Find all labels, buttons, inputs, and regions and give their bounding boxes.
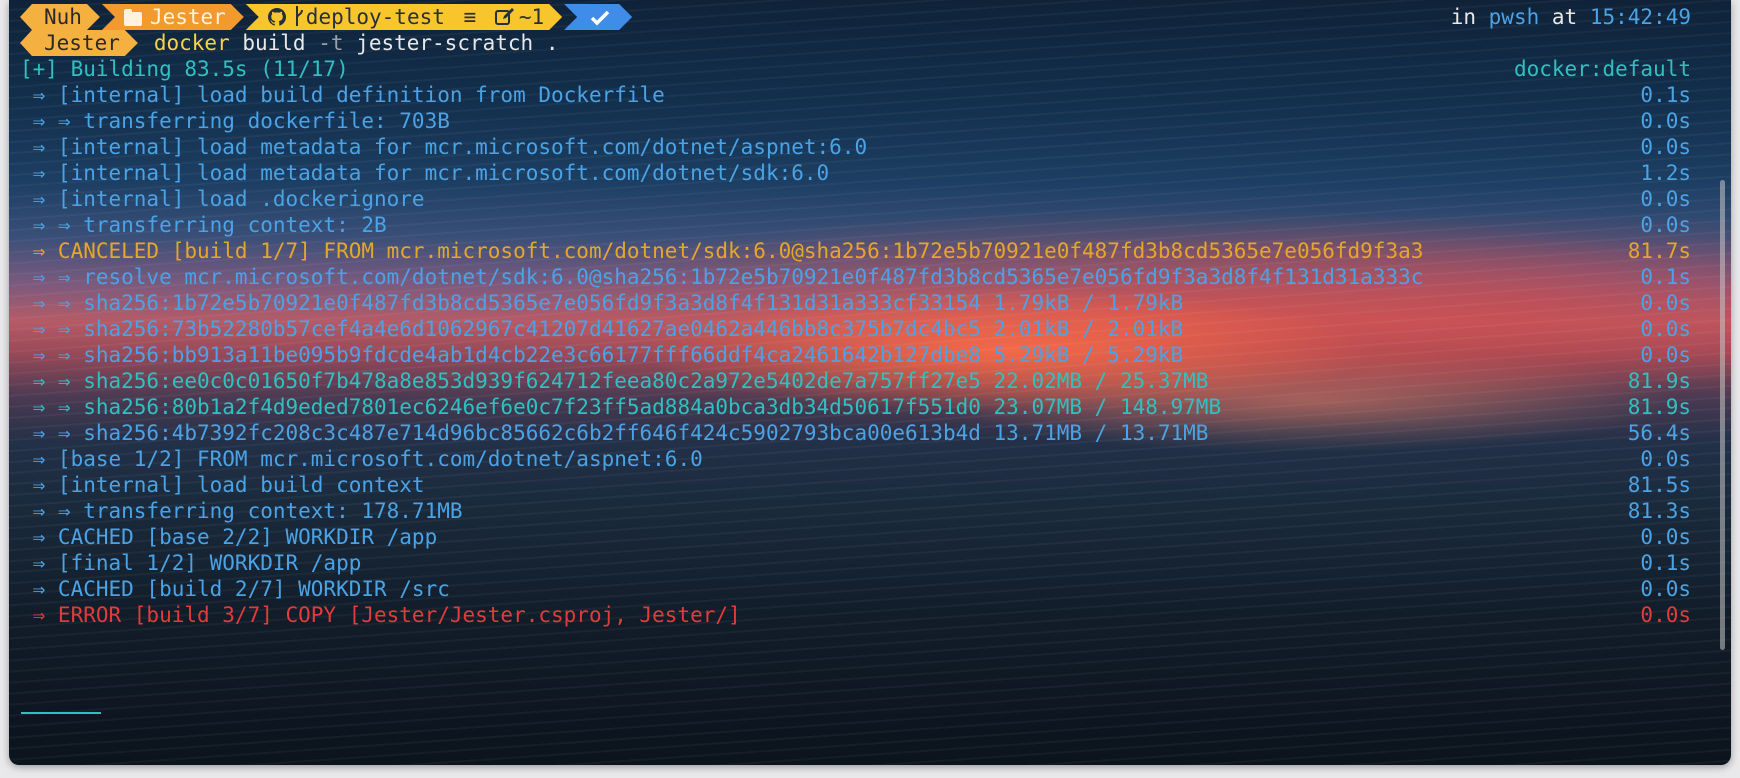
output-line-time: 0.0s (1640, 317, 1691, 341)
output-line-time: 0.0s (1640, 187, 1691, 211)
prompt-segments: Nuh Jester deploy-test ≡ ~1 (20, 4, 634, 30)
output-line: ⇒ [internal] load build context 81.5s (20, 472, 1691, 498)
output-line: ⇒ [internal] load metadata for mcr.micro… (20, 134, 1691, 160)
output-line-text: ⇒ CACHED [base 2/2] WORKDIR /app (20, 525, 438, 549)
command-dir-segment: Jester (20, 30, 138, 56)
output-line: ⇒ [internal] load metadata for mcr.micro… (20, 160, 1691, 186)
output-line: ⇒ CACHED [build 2/7] WORKDIR /src 0.0s (20, 576, 1691, 602)
output-line-time: 0.1s (1640, 265, 1691, 289)
command-line: Jester docker build -t jester-scratch . (20, 30, 558, 56)
output-line: ⇒ [internal] load .dockerignore 0.0s (20, 186, 1691, 212)
output-line-text: ⇒ ERROR [build 3/7] COPY [Jester/Jester.… (20, 603, 741, 627)
output-line: [+] Building 83.5s (11/17) docker:default (20, 56, 1691, 82)
output-line-time: docker:default (1513, 57, 1691, 81)
output-line: ⇒ ERROR [build 3/7] COPY [Jester/Jester.… (20, 602, 1691, 628)
folder-icon (124, 12, 142, 26)
output-line-text: ⇒ [internal] load build definition from … (20, 83, 665, 107)
output-line: ⇒ ⇒ resolve mcr.microsoft.com/dotnet/sdk… (20, 264, 1691, 290)
prompt-dir: Jester (149, 5, 226, 29)
prompt-git-branch: deploy-test (305, 5, 445, 29)
output-line-text: ⇒ ⇒ transferring dockerfile: 703B (20, 109, 450, 133)
output-line-time: 81.9s (1627, 369, 1691, 393)
output-line: ⇒ [base 1/2] FROM mcr.microsoft.com/dotn… (20, 446, 1691, 472)
output-line-text: ⇒ [internal] load .dockerignore (20, 187, 425, 211)
output-line-time: 0.0s (1640, 447, 1691, 471)
command-name: docker (153, 31, 230, 55)
output-line-text: ⇒ [internal] load metadata for mcr.micro… (20, 161, 830, 185)
command-flag: -t (318, 31, 344, 55)
output-line: ⇒ ⇒ transferring dockerfile: 703B 0.0s (20, 108, 1691, 134)
output-line-time: 81.5s (1627, 473, 1691, 497)
output-line: ⇒ ⇒ transferring context: 2B 0.0s (20, 212, 1691, 238)
output-line-text: ⇒ ⇒ sha256:73b52280b57cef4a4e6d1062967c4… (20, 317, 1184, 341)
output-line-time: 81.7s (1627, 239, 1691, 263)
output-line: ⇒ ⇒ transferring context: 178.71MB 81.3s (20, 498, 1691, 524)
output-line-time: 0.1s (1640, 551, 1691, 575)
output-line-time: 0.1s (1640, 83, 1691, 107)
output-line-text: ⇒ ⇒ sha256:1b72e5b70921e0f487fd3b8cd5365… (20, 291, 1184, 315)
output-line-text: ⇒ [final 1/2] WORKDIR /app (20, 551, 362, 575)
command-args-b: jester-scratch . (343, 31, 559, 55)
output-line: ⇒ ⇒ sha256:ee0c0c01650f7b478a8e853d939f6… (20, 368, 1691, 394)
output-line-time: 0.0s (1640, 603, 1691, 627)
output-line: ⇒ ⇒ sha256:bb913a11be095b9fdcde4ab1d4cb2… (20, 342, 1691, 368)
output-line-text: ⇒ ⇒ sha256:80b1a2f4d9eded7801ec6246ef6e0… (20, 395, 1222, 419)
input-cursor (21, 712, 101, 714)
prompt-user: Nuh (44, 5, 82, 29)
output-line-text: [+] Building 83.5s (11/17) (20, 57, 349, 81)
output-line: ⇒ ⇒ sha256:80b1a2f4d9eded7801ec6246ef6e0… (20, 394, 1691, 420)
output-line-time: 0.0s (1640, 343, 1691, 367)
output-line-time: 0.0s (1640, 213, 1691, 237)
command-text: docker build -t jester-scratch . (154, 30, 559, 56)
github-icon (268, 6, 286, 32)
scrollbar[interactable] (1720, 180, 1725, 650)
output-line-time: 0.0s (1640, 291, 1691, 315)
output-line-time: 0.0s (1640, 135, 1691, 159)
output-line-text: ⇒ ⇒ sha256:ee0c0c01650f7b478a8e853d939f6… (20, 369, 1209, 393)
branch-icon (294, 6, 304, 32)
output-line-text: ⇒ ⇒ resolve mcr.microsoft.com/dotnet/sdk… (20, 265, 1424, 289)
output-line: ⇒ CANCELED [build 1/7] FROM mcr.microsof… (20, 238, 1691, 264)
output-line-time: 81.3s (1627, 499, 1691, 523)
output-line-text: ⇒ ⇒ transferring context: 2B (20, 213, 387, 237)
output-line: ⇒ ⇒ sha256:73b52280b57cef4a4e6d1062967c4… (20, 316, 1691, 342)
prompt-dir-segment: Jester (102, 4, 244, 30)
prompt-right-info: in pwsh at 15:42:49 (1451, 4, 1691, 30)
command-dir: Jester (44, 31, 120, 55)
check-icon (590, 6, 610, 32)
output-line-text: ⇒ ⇒ transferring context: 178.71MB (20, 499, 463, 523)
prompt-user-segment: Nuh (20, 4, 100, 30)
output-line-time: 1.2s (1640, 161, 1691, 185)
output-line-text: ⇒ ⇒ sha256:bb913a11be095b9fdcde4ab1d4cb2… (20, 343, 1184, 367)
output-line-time: 0.0s (1640, 525, 1691, 549)
output-line-time: 0.0s (1640, 577, 1691, 601)
output-line-text: ⇒ CACHED [build 2/7] WORKDIR /src (20, 577, 450, 601)
prompt-time: 15:42:49 (1589, 5, 1691, 29)
output-line: ⇒ ⇒ sha256:1b72e5b70921e0f487fd3b8cd5365… (20, 290, 1691, 316)
output-line: ⇒ ⇒ sha256:4b7392fc208c3c487e714d96bc856… (20, 420, 1691, 446)
terminal-output[interactable]: Nuh Jester deploy-test ≡ ~1 in pwsh at 1… (9, 0, 1731, 765)
output-line-time: 81.9s (1627, 395, 1691, 419)
output-line-time: 0.0s (1640, 109, 1691, 133)
output-line-text: ⇒ ⇒ sha256:4b7392fc208c3c487e714d96bc856… (20, 421, 1209, 445)
shell-name: pwsh (1488, 5, 1540, 29)
output-line-text: ⇒ [base 1/2] FROM mcr.microsoft.com/dotn… (20, 447, 703, 471)
prompt-git-segment: deploy-test ≡ ~1 (246, 4, 562, 30)
output-line: ⇒ [final 1/2] WORKDIR /app 0.1s (20, 550, 1691, 576)
output-line: ⇒ [internal] load build definition from … (20, 82, 1691, 108)
output-line-time: 56.4s (1627, 421, 1691, 445)
output-line-text: ⇒ CANCELED [build 1/7] FROM mcr.microsof… (20, 239, 1424, 263)
time-label: at (1551, 5, 1578, 29)
prompt-git-changes: ~1 (518, 5, 545, 29)
edit-icon (495, 6, 515, 32)
output-line-text: ⇒ [internal] load metadata for mcr.micro… (20, 135, 868, 159)
terminal-window: Nuh Jester deploy-test ≡ ~1 in pwsh at 1… (9, 0, 1731, 765)
output-line: ⇒ CACHED [base 2/2] WORKDIR /app 0.0s (20, 524, 1691, 550)
prompt-status-segment (564, 4, 632, 30)
output-line-text: ⇒ [internal] load build context (20, 473, 425, 497)
prompt-git-stash: ≡ (463, 5, 477, 29)
command-args-a: build (229, 31, 319, 55)
shell-label: in (1450, 5, 1476, 29)
